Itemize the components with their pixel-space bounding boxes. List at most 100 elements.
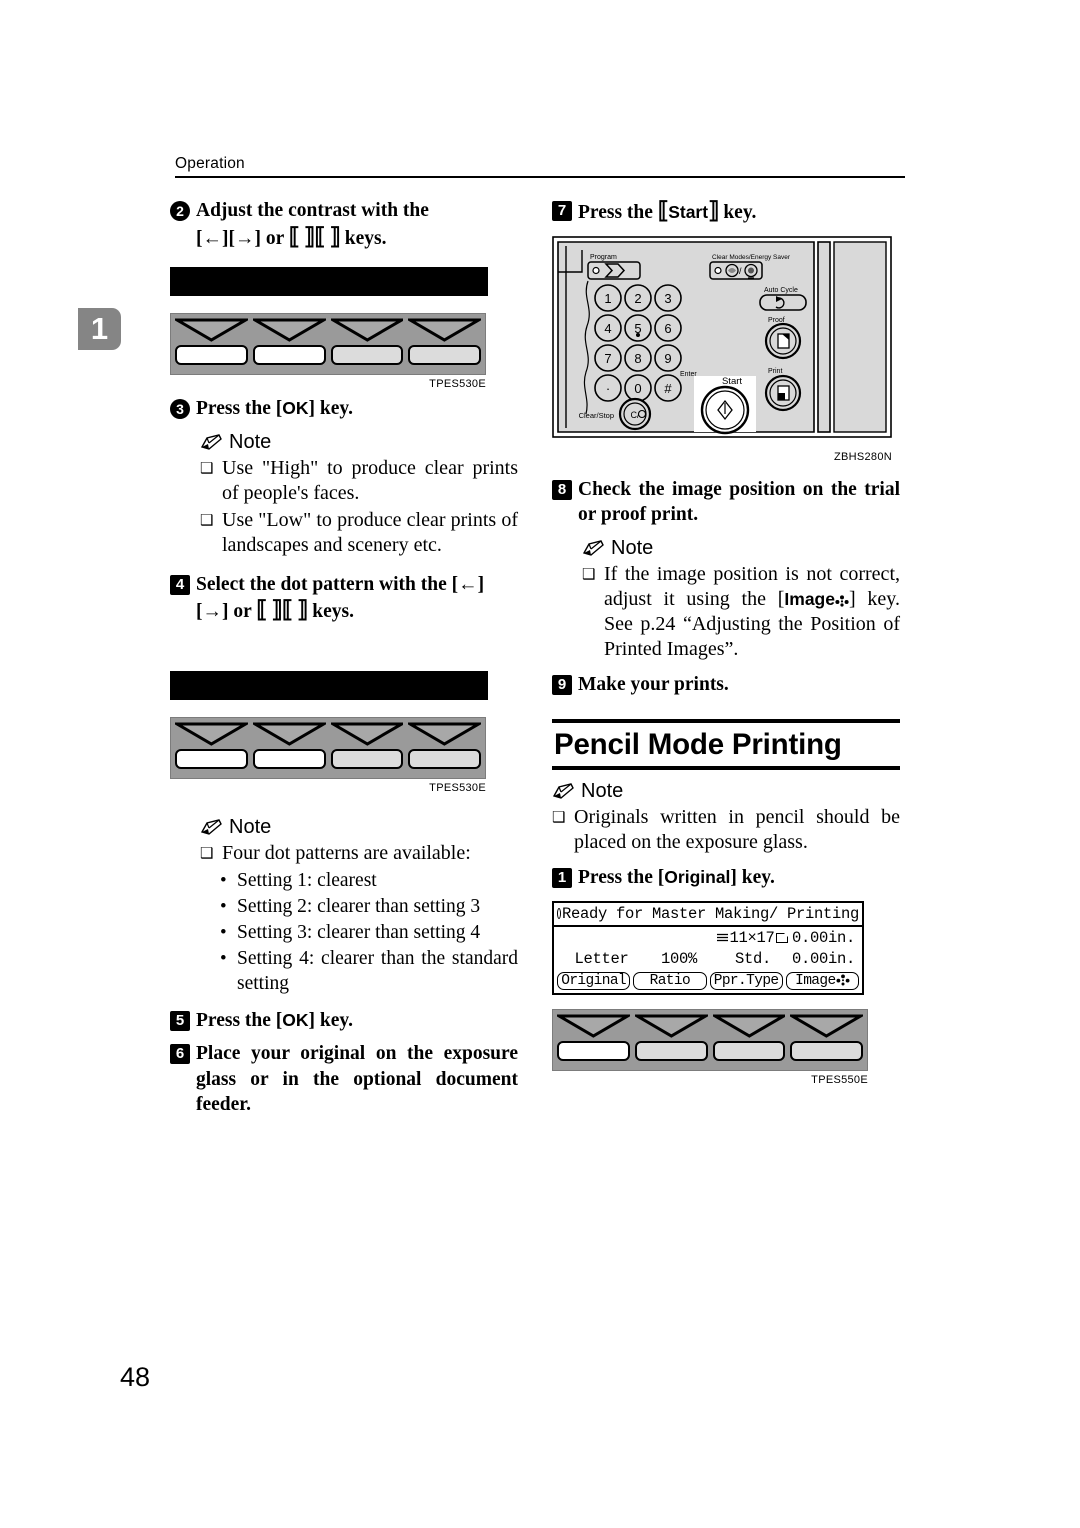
bullet-icon: • — [220, 921, 227, 943]
list-item-text: Setting 3: clearer than setting 4 — [237, 921, 481, 943]
soft-key-label[interactable] — [790, 1040, 863, 1061]
button-strip-3 — [552, 1008, 868, 1071]
button-cell[interactable] — [557, 1014, 630, 1066]
soft-key-label[interactable] — [175, 748, 248, 769]
bracket-pair-icon: ⟦ ⟧⟦ ⟧ — [256, 597, 308, 622]
lcd-bar-1 — [170, 267, 488, 296]
note-item: ❑ Four dot patterns are available: — [200, 841, 518, 866]
right-column: 7 Press the ⟦Start⟧ key. Program Clear M… — [552, 198, 900, 1092]
step-4-line2: ] or — [222, 601, 252, 622]
figure-keypanel-1: TPES530E — [170, 267, 518, 390]
lcd-r2-c2: 100% — [660, 950, 697, 968]
note-block-3: Note ❑ If the image position is not corr… — [582, 537, 900, 662]
button-cell[interactable] — [175, 722, 248, 774]
note-heading-2: Note — [200, 816, 518, 839]
lcd-values: 11×17 0.00in. Letter 100% Std. 0.00in. — [554, 927, 862, 971]
bullet-icon: • — [220, 895, 227, 917]
lcd-r2-c3: Std. — [734, 950, 771, 968]
dot-pattern-list: • Setting 1: clearest • Setting 2: clear… — [220, 868, 518, 996]
note-bullet-icon: ❑ — [200, 511, 214, 529]
button-cell[interactable] — [175, 318, 248, 370]
soft-key-label[interactable] — [330, 345, 404, 365]
button-cell[interactable] — [408, 318, 481, 370]
lcd-status-text: Ready for Master Making/ Printing — [561, 904, 859, 923]
step-7-text: Press the ⟦Start⟧ key. — [578, 198, 900, 226]
button-cell[interactable] — [408, 722, 481, 774]
step-3-prefix: Press the [ — [196, 398, 283, 419]
softkey-original[interactable]: Original — [557, 971, 631, 990]
lcd-r1-c3: 11×17 — [714, 929, 792, 947]
step-6: 6 Place your original on the exposure gl… — [170, 1041, 518, 1118]
soft-key-label[interactable] — [557, 1040, 630, 1061]
step-9-badge: 9 — [552, 674, 572, 695]
button-cell[interactable] — [252, 722, 326, 774]
chevron-down-icon — [557, 1014, 630, 1038]
note-block-4: Note ❑ Originals written in pencil shoul… — [552, 780, 900, 855]
button-cell[interactable] — [790, 1014, 863, 1066]
chevron-down-icon — [252, 722, 326, 746]
step-5: 5 Press the [OK] key. — [170, 1008, 518, 1034]
step-7-badge: 7 — [552, 201, 572, 221]
step-3-suffix: ] key. — [308, 398, 353, 419]
soft-key-label[interactable] — [252, 748, 326, 769]
soft-key-label[interactable] — [712, 1040, 786, 1061]
chevron-down-icon — [408, 318, 481, 342]
soft-key-label[interactable] — [408, 748, 481, 769]
note-heading-3: Note — [582, 537, 900, 560]
figure-control-panel: Program Clear Modes/Energy Saver / 1 2 3… — [552, 235, 900, 463]
soft-key-label[interactable] — [634, 1040, 708, 1061]
button-cell[interactable] — [712, 1014, 786, 1066]
step-2-keys-word: keys. — [344, 227, 387, 249]
ok-key-label: OK — [282, 1009, 309, 1030]
control-panel-illustration: Program Clear Modes/Energy Saver / 1 2 3… — [552, 235, 892, 438]
running-head-label: Operation — [175, 155, 245, 172]
button-cell[interactable] — [634, 1014, 708, 1066]
softkey-image-label: Image — [795, 972, 836, 989]
step-7-prefix: Press the — [578, 202, 653, 223]
svg-text:8: 8 — [634, 351, 641, 366]
soft-key-label[interactable] — [175, 345, 248, 365]
softkey-ratio[interactable]: Ratio — [633, 971, 707, 990]
lcd-bar-2 — [170, 670, 488, 700]
list-item-text: Setting 2: clearer than setting 3 — [237, 895, 481, 917]
image-key-label: Image — [784, 588, 835, 609]
chapter-tab: 1 — [78, 308, 121, 350]
step-8-badge: 8 — [552, 479, 572, 500]
chevron-down-icon — [175, 318, 248, 342]
soft-key-label[interactable] — [252, 345, 326, 365]
step-2-badge: 2 — [170, 201, 190, 221]
softkey-image[interactable]: Image — [785, 971, 859, 990]
step-5-text: Press the [OK] key. — [196, 1008, 518, 1034]
button-cell[interactable] — [330, 722, 404, 774]
button-cell[interactable] — [330, 318, 404, 370]
note-item-text: Four dot patterns are available: — [222, 841, 471, 864]
chevron-down-icon — [330, 722, 404, 746]
step-8: 8 Check the image position on the trial … — [552, 477, 900, 528]
step-5-prefix: Press the [ — [196, 1009, 283, 1031]
softkey-ppr-type[interactable]: Ppr.Type — [709, 971, 783, 990]
list-item: • Setting 3: clearer than setting 4 — [220, 920, 518, 945]
note-item: ❑ If the image position is not correct, … — [582, 562, 900, 662]
figure-code-2: TPES530E — [429, 781, 486, 794]
step-4-badge: 4 — [170, 574, 190, 595]
chevron-down-icon — [408, 722, 481, 746]
figure-keypanel-3: TPES550E — [552, 1008, 900, 1086]
button-cell[interactable] — [252, 318, 326, 370]
chevron-down-icon — [634, 1014, 708, 1038]
page-title: Pencil Mode Printing — [554, 728, 842, 761]
svg-text:Print: Print — [768, 368, 782, 375]
soft-key-label[interactable] — [330, 748, 404, 769]
svg-text:0: 0 — [634, 381, 641, 396]
svg-text:Auto Cycle: Auto Cycle — [764, 287, 798, 294]
list-item: • Setting 2: clearer than setting 3 — [220, 894, 518, 919]
step-9: 9 Make your prints. — [552, 672, 900, 698]
soft-key-label[interactable] — [408, 345, 481, 365]
chevron-down-icon — [330, 318, 404, 342]
arrow-right-icon: → — [235, 227, 255, 249]
lcd-row-1: 11×17 0.00in. — [559, 928, 857, 949]
svg-text:9: 9 — [664, 351, 671, 366]
chevron-down-icon — [252, 318, 326, 342]
svg-text:4: 4 — [604, 321, 611, 336]
note-label-1: Note — [229, 430, 272, 453]
step-2-text: Adjust the contrast with the [←][→] or ⟦… — [196, 198, 518, 251]
